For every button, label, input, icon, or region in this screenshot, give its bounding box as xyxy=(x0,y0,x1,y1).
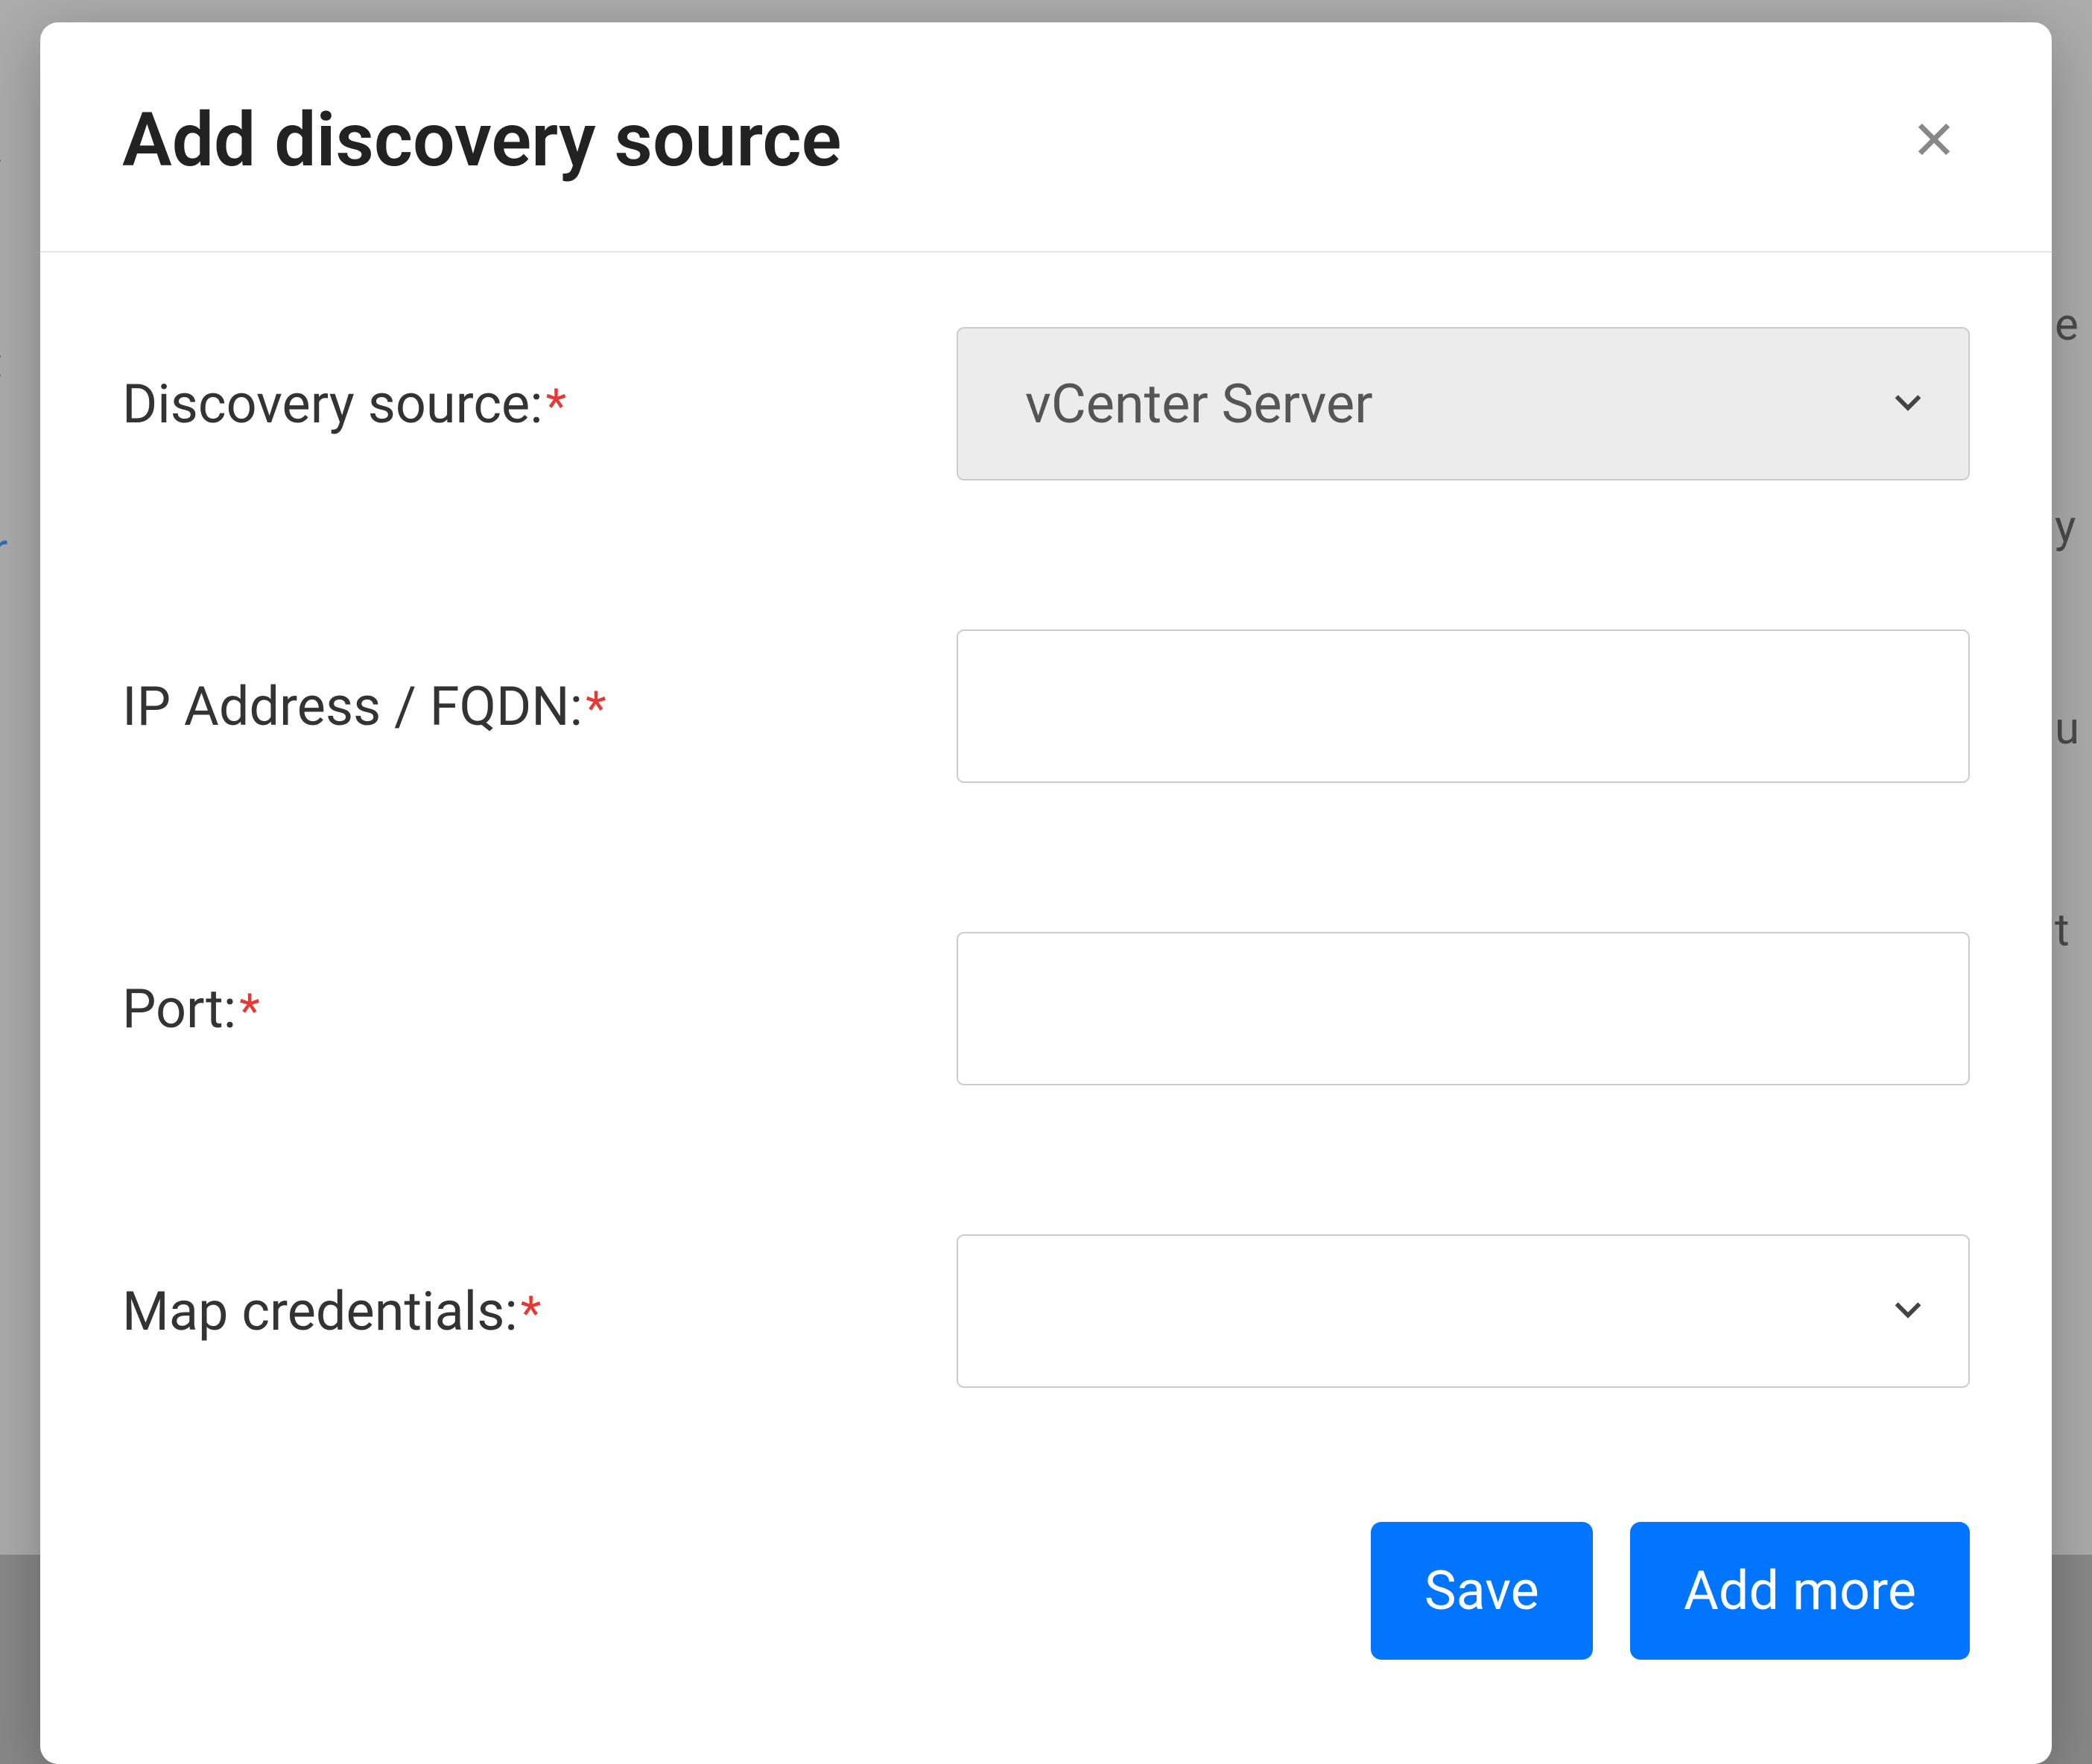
row-map-credentials: Map credentials: * xyxy=(122,1234,1970,1388)
close-button[interactable] xyxy=(1898,104,1970,177)
row-ip-fqdn: IP Address / FQDN: * xyxy=(122,629,1970,783)
modal-footer: Save Add more xyxy=(40,1522,2052,1764)
row-discovery-source: Discovery source: * vCenter Server xyxy=(122,327,1970,480)
port-wrap xyxy=(957,932,1970,1085)
row-port: Port: * xyxy=(122,932,1970,1085)
discovery-source-select[interactable]: vCenter Server xyxy=(957,327,1970,480)
map-credentials-select[interactable] xyxy=(957,1234,1970,1388)
required-mark: * xyxy=(586,685,606,733)
modal-body: Discovery source: * vCenter Server IP Ad… xyxy=(40,253,2052,1522)
label-port: Port: * xyxy=(122,977,957,1041)
modal-header: Add discovery source xyxy=(40,22,2052,253)
modal-title: Add discovery source xyxy=(122,97,841,184)
label-discovery-source: Discovery source: * xyxy=(122,372,957,436)
add-more-button[interactable]: Add more xyxy=(1630,1522,1970,1660)
label-map-credentials: Map credentials: * xyxy=(122,1280,957,1343)
ip-fqdn-input[interactable] xyxy=(957,629,1970,783)
label-ip-fqdn: IP Address / FQDN: * xyxy=(122,675,957,738)
required-mark: * xyxy=(521,1290,542,1338)
discovery-source-select-wrap: vCenter Server xyxy=(957,327,1970,480)
save-button[interactable]: Save xyxy=(1371,1522,1593,1660)
required-mark: * xyxy=(546,383,567,431)
close-icon xyxy=(1913,118,1955,162)
required-mark: * xyxy=(239,988,260,1035)
ip-fqdn-wrap xyxy=(957,629,1970,783)
modal-overlay: Add discovery source Discovery source: * xyxy=(0,0,2092,1555)
port-input[interactable] xyxy=(957,932,1970,1085)
add-discovery-source-modal: Add discovery source Discovery source: * xyxy=(40,22,2052,1764)
map-credentials-select-wrap xyxy=(957,1234,1970,1388)
